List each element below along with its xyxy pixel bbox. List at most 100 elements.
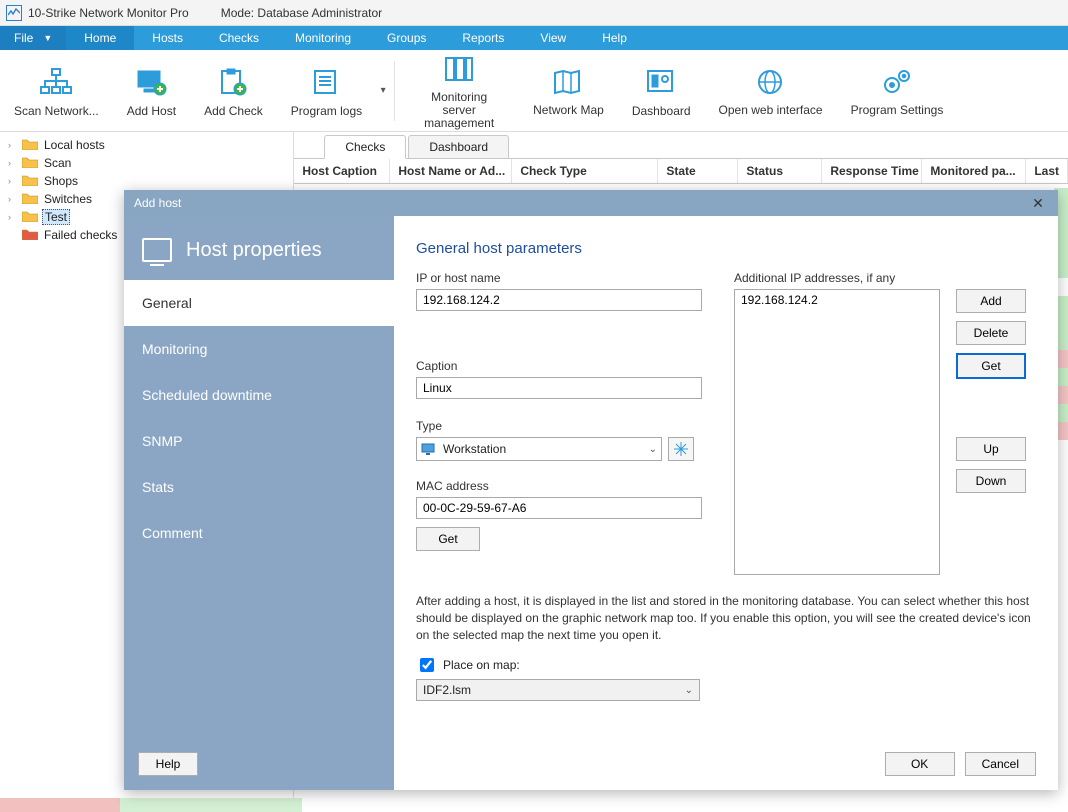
up-button[interactable]: Up (956, 437, 1026, 461)
addl-ip-list[interactable]: 192.168.124.2 (734, 289, 940, 575)
side-comment[interactable]: Comment (124, 510, 394, 556)
down-button[interactable]: Down (956, 469, 1026, 493)
toolbar-logs-dropdown[interactable]: ▾ (376, 71, 390, 111)
col-last[interactable]: Last (1026, 159, 1068, 183)
close-icon[interactable]: ✕ (1028, 193, 1048, 213)
expander-icon[interactable]: › (8, 176, 18, 186)
tree-item[interactable]: › Shops (0, 172, 293, 190)
status-strip-green (120, 798, 302, 812)
toolbar-open-web[interactable]: Open web interface (705, 58, 837, 123)
menu-help[interactable]: Help (584, 26, 645, 50)
mode-label: Mode: Database Administrator (221, 6, 382, 20)
toolbar-settings[interactable]: Program Settings (837, 58, 958, 123)
add-host-dialog: Add host ✕ Host properties General Monit… (124, 190, 1058, 790)
folder-icon (22, 174, 38, 189)
dialog-sidebar: Host properties General Monitoring Sched… (124, 216, 394, 790)
monitor-icon (142, 238, 172, 262)
addl-ip-label: Additional IP addresses, if any (734, 271, 1036, 285)
side-snmp[interactable]: SNMP (124, 418, 394, 464)
ok-button[interactable]: OK (885, 752, 955, 776)
gears-icon (879, 64, 915, 100)
caption-label: Caption (416, 359, 702, 373)
menu-checks[interactable]: Checks (201, 26, 277, 50)
logs-icon (308, 64, 344, 100)
tree-item-label: Test (42, 209, 70, 225)
menu-view[interactable]: View (522, 26, 584, 50)
place-on-map-input[interactable] (420, 658, 434, 672)
tree-item[interactable]: ›Local hosts (0, 136, 293, 154)
toolbar: Scan Network... Add Host Add Check Progr… (0, 50, 1068, 132)
add-host-icon (133, 64, 169, 100)
network-icon (38, 64, 74, 100)
ip-input[interactable] (416, 289, 702, 311)
expander-icon[interactable]: › (8, 212, 18, 222)
toolbar-program-logs[interactable]: Program logs (277, 58, 376, 124)
add-check-icon (215, 64, 251, 100)
toolbar-add-host[interactable]: Add Host (113, 58, 190, 124)
side-general[interactable]: General (124, 280, 394, 326)
side-downtime[interactable]: Scheduled downtime (124, 372, 394, 418)
get-button[interactable]: Get (956, 353, 1026, 379)
help-button[interactable]: Help (138, 752, 198, 776)
type-label: Type (416, 419, 702, 433)
cancel-button[interactable]: Cancel (965, 752, 1036, 776)
menu-home[interactable]: Home (66, 26, 134, 50)
mac-get-button[interactable]: Get (416, 527, 480, 551)
tab-dashboard[interactable]: Dashboard (408, 135, 509, 158)
col-host-name[interactable]: Host Name or Ad... (390, 159, 512, 183)
folder-icon (22, 192, 38, 207)
toolbar-mon-server[interactable]: Monitoring server management (399, 45, 519, 137)
col-state[interactable]: State (658, 159, 738, 183)
delete-button[interactable]: Delete (956, 321, 1026, 345)
tree-item-label: Shops (42, 174, 80, 188)
title-bar: 10-Strike Network Monitor Pro Mode: Data… (0, 0, 1068, 26)
menu-bar: File ▼ Home Hosts Checks Monitoring Grou… (0, 26, 1068, 50)
folder-icon (22, 228, 38, 243)
workstation-icon (421, 443, 435, 455)
place-on-map-checkbox[interactable]: Place on map: (416, 655, 1036, 675)
tree-item-label: Scan (42, 156, 73, 170)
caption-input[interactable] (416, 377, 702, 399)
menu-file[interactable]: File ▼ (0, 26, 66, 50)
expander-icon[interactable]: › (8, 140, 18, 150)
toolbar-add-check[interactable]: Add Check (190, 58, 277, 124)
chevron-down-icon: ⌄ (649, 444, 657, 455)
mac-label: MAC address (416, 479, 702, 493)
menu-hosts[interactable]: Hosts (134, 26, 201, 50)
map-icon (550, 64, 586, 100)
col-status[interactable]: Status (738, 159, 822, 183)
expander-icon[interactable]: › (8, 194, 18, 204)
col-check-type[interactable]: Check Type (512, 159, 658, 183)
ip-label: IP or host name (416, 271, 702, 285)
map-select[interactable]: IDF2.lsm ⌄ (416, 679, 700, 701)
menu-monitoring[interactable]: Monitoring (277, 26, 369, 50)
add-button[interactable]: Add (956, 289, 1026, 313)
dialog-titlebar: Add host ✕ (124, 190, 1058, 216)
servers-icon (441, 51, 477, 87)
dashboard-icon (643, 64, 679, 100)
col-response[interactable]: Response Time (822, 159, 922, 183)
expander-icon[interactable]: › (8, 158, 18, 168)
side-monitoring[interactable]: Monitoring (124, 326, 394, 372)
tree-item[interactable]: › Scan (0, 154, 293, 172)
tree-item-label: Switches (42, 192, 94, 206)
tree-item-label: Failed checks (42, 228, 119, 242)
hint-text: After adding a host, it is displayed in … (416, 593, 1036, 643)
tab-checks[interactable]: Checks (324, 135, 406, 159)
side-stats[interactable]: Stats (124, 464, 394, 510)
mac-input[interactable] (416, 497, 702, 519)
dialog-side-header: Host properties (124, 216, 394, 280)
col-monitored[interactable]: Monitored pa... (922, 159, 1026, 183)
toolbar-network-map[interactable]: Network Map (519, 58, 618, 123)
col-host-caption[interactable]: Host Caption (294, 159, 390, 183)
status-strip-red (0, 798, 120, 812)
toolbar-scan-network[interactable]: Scan Network... (0, 58, 113, 124)
folder-icon (22, 138, 38, 153)
toolbar-dashboard[interactable]: Dashboard (618, 58, 705, 124)
type-select[interactable]: Workstation ⌄ (416, 437, 662, 461)
type-extra-button[interactable] (668, 437, 694, 461)
dialog-title: Add host (134, 196, 181, 210)
content-tabs: Checks Dashboard (294, 132, 1068, 158)
chevron-down-icon: ▼ (43, 33, 52, 43)
app-icon (6, 5, 22, 21)
